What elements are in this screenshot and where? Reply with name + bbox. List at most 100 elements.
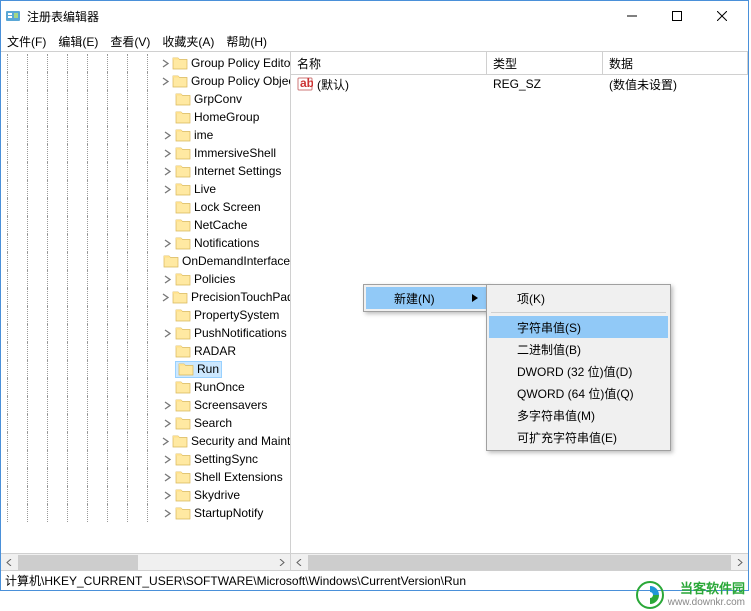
tree-item[interactable]: RunOnce <box>1 378 290 396</box>
folder-icon <box>175 200 191 214</box>
submenu-item[interactable]: 项(K) <box>489 287 668 309</box>
expand-placeholder <box>161 93 173 105</box>
tree-label: PushNotifications <box>194 326 287 340</box>
tree-item[interactable]: Security and Mainte <box>1 432 290 450</box>
tree-item[interactable]: ime <box>1 126 290 144</box>
tree-item[interactable]: Screensavers <box>1 396 290 414</box>
list-row[interactable]: ab (默认) REG_SZ (数值未设置) <box>291 75 748 93</box>
tree-item[interactable]: GrpConv <box>1 90 290 108</box>
scroll-left-button[interactable] <box>291 554 308 571</box>
folder-icon <box>178 362 194 376</box>
scroll-track[interactable] <box>308 554 731 571</box>
tree-label: Group Policy Editor <box>191 56 290 70</box>
expand-icon[interactable] <box>161 471 173 483</box>
horizontal-scrollbar[interactable] <box>1 553 290 570</box>
tree-label: Policies <box>194 272 235 286</box>
tree-container[interactable]: Group Policy Editor Group Policy Object Gr… <box>1 52 290 553</box>
expand-icon[interactable] <box>161 129 173 141</box>
tree-item[interactable]: Policies <box>1 270 290 288</box>
tree-label: NetCache <box>194 218 247 232</box>
statusbar-path: 计算机\HKEY_CURRENT_USER\SOFTWARE\Microsoft… <box>5 572 466 589</box>
menu-view[interactable]: 查看(V) <box>110 33 150 50</box>
expand-icon[interactable] <box>161 75 170 87</box>
minimize-button[interactable] <box>609 2 654 31</box>
list-body[interactable]: ab (默认) REG_SZ (数值未设置) 新建(N) 项(K)字符串值(S)… <box>291 75 748 553</box>
expand-placeholder <box>161 201 173 213</box>
tree-item[interactable]: PrecisionTouchPad <box>1 288 290 306</box>
expand-placeholder <box>161 345 173 357</box>
expand-placeholder <box>161 111 173 123</box>
tree-label: Group Policy Object <box>191 74 290 88</box>
horizontal-scrollbar-right[interactable] <box>291 553 748 570</box>
folder-icon <box>175 236 191 250</box>
window-controls <box>609 2 744 31</box>
expand-icon[interactable] <box>161 237 173 249</box>
tree-item[interactable]: Group Policy Editor <box>1 54 290 72</box>
expand-icon[interactable] <box>161 417 173 429</box>
tree-label: RunOnce <box>194 380 245 394</box>
scroll-thumb[interactable] <box>18 555 138 570</box>
submenu-item[interactable]: 二进制值(B) <box>489 338 668 360</box>
scroll-right-button[interactable] <box>273 554 290 571</box>
tree-item[interactable]: PropertySystem <box>1 306 290 324</box>
tree-item[interactable]: HomeGroup <box>1 108 290 126</box>
expand-icon[interactable] <box>161 327 173 339</box>
tree-label: Live <box>194 182 216 196</box>
context-menu-new[interactable]: 新建(N) 项(K)字符串值(S)二进制值(B)DWORD (32 位)值(D)… <box>366 287 486 309</box>
context-menu: 新建(N) 项(K)字符串值(S)二进制值(B)DWORD (32 位)值(D)… <box>363 284 489 312</box>
scroll-thumb[interactable] <box>308 555 731 570</box>
folder-icon <box>175 218 191 232</box>
tree-item[interactable]: Shell Extensions <box>1 468 290 486</box>
expand-icon[interactable] <box>161 399 173 411</box>
expand-icon[interactable] <box>161 489 173 501</box>
submenu-item[interactable]: DWORD (32 位)值(D) <box>489 360 668 382</box>
tree-item[interactable]: Group Policy Object <box>1 72 290 90</box>
tree-item[interactable]: ImmersiveShell <box>1 144 290 162</box>
scroll-right-button[interactable] <box>731 554 748 571</box>
submenu-item[interactable]: 多字符串值(M) <box>489 404 668 426</box>
tree-item[interactable]: Skydrive <box>1 486 290 504</box>
tree-item[interactable]: Search <box>1 414 290 432</box>
tree-item[interactable]: Notifications <box>1 234 290 252</box>
value-name-cell: ab (默认) <box>291 76 487 93</box>
value-data: (数值未设置) <box>603 76 748 93</box>
tree-label: Skydrive <box>194 488 240 502</box>
scroll-track[interactable] <box>18 554 273 571</box>
tree-item[interactable]: OnDemandInterface <box>1 252 290 270</box>
expand-icon[interactable] <box>161 291 170 303</box>
expand-icon[interactable] <box>161 147 173 159</box>
expand-icon[interactable] <box>161 183 173 195</box>
expand-icon[interactable] <box>161 57 170 69</box>
menu-edit[interactable]: 编辑(E) <box>58 33 98 50</box>
submenu-item[interactable]: 字符串值(S) <box>489 316 668 338</box>
expand-icon[interactable] <box>161 273 173 285</box>
submenu-item[interactable]: QWORD (64 位)值(Q) <box>489 382 668 404</box>
scroll-left-button[interactable] <box>1 554 18 571</box>
column-name[interactable]: 名称 <box>291 52 487 74</box>
expand-icon[interactable] <box>161 165 173 177</box>
close-button[interactable] <box>699 2 744 31</box>
tree-item[interactable]: Internet Settings <box>1 162 290 180</box>
watermark-logo-icon <box>636 581 664 609</box>
tree-item[interactable]: Live <box>1 180 290 198</box>
tree-item[interactable]: Run <box>1 360 290 378</box>
tree-item[interactable]: NetCache <box>1 216 290 234</box>
tree-label: ImmersiveShell <box>194 146 276 160</box>
tree-item[interactable]: Lock Screen <box>1 198 290 216</box>
column-data[interactable]: 数据 <box>603 52 748 74</box>
expand-icon[interactable] <box>161 453 173 465</box>
tree-item[interactable]: PushNotifications <box>1 324 290 342</box>
watermark: 当客软件园 www.downkr.com <box>636 581 745 609</box>
maximize-button[interactable] <box>654 2 699 31</box>
expand-icon[interactable] <box>161 435 170 447</box>
menu-file[interactable]: 文件(F) <box>7 33 46 50</box>
menu-help[interactable]: 帮助(H) <box>226 33 267 50</box>
menu-favorites[interactable]: 收藏夹(A) <box>162 33 214 50</box>
expand-icon[interactable] <box>161 507 173 519</box>
tree-item[interactable]: SettingSync <box>1 450 290 468</box>
tree-item[interactable]: RADAR <box>1 342 290 360</box>
tree-label: PropertySystem <box>194 308 279 322</box>
column-type[interactable]: 类型 <box>487 52 603 74</box>
submenu-item[interactable]: 可扩充字符串值(E) <box>489 426 668 448</box>
tree-item[interactable]: StartupNotify <box>1 504 290 522</box>
